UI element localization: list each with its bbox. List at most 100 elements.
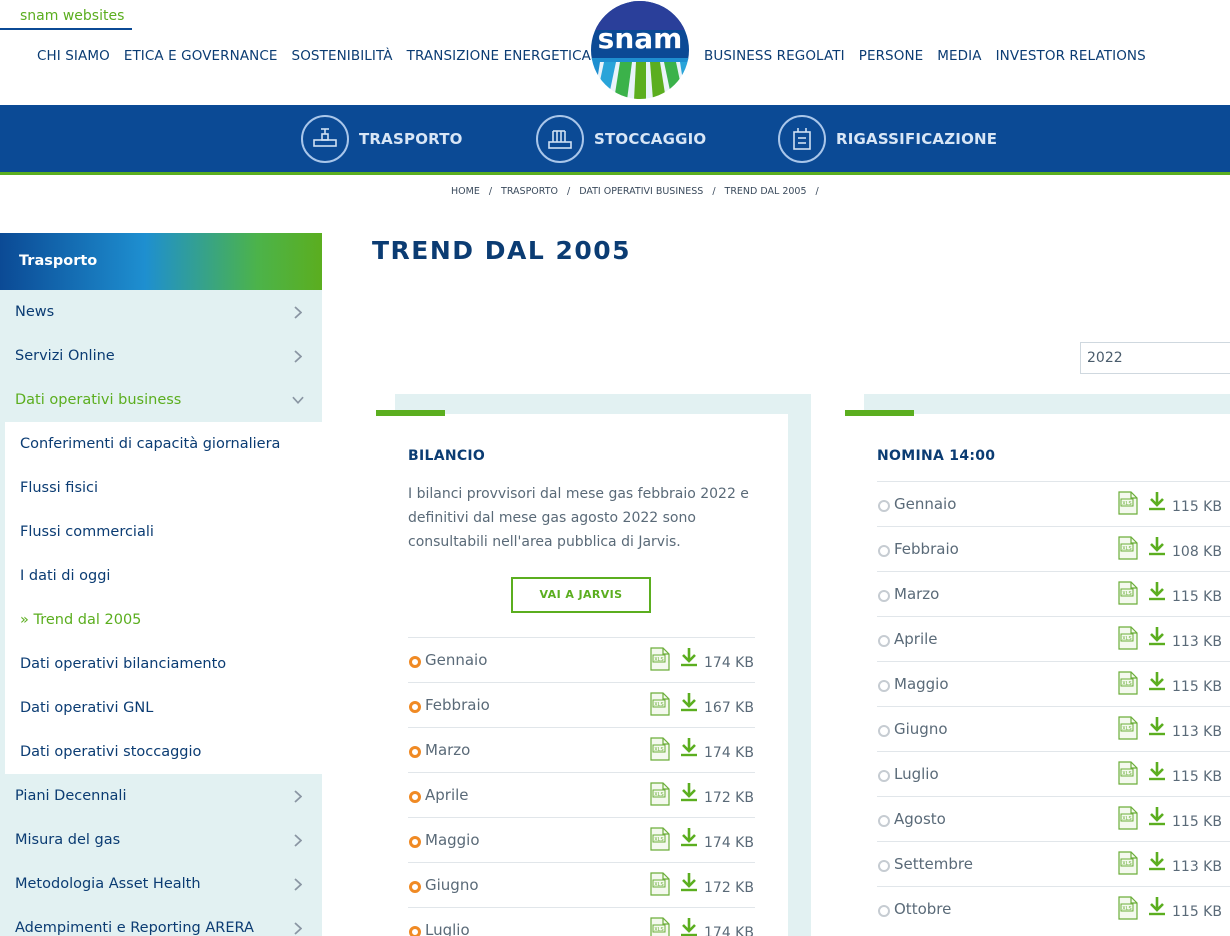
download-icon[interactable] <box>1148 806 1166 826</box>
month-name[interactable]: Giugno <box>425 876 479 894</box>
radio-bullet-icon[interactable] <box>409 701 421 713</box>
sidebar-subitem-bilanciamento[interactable]: Dati operativi bilanciamento <box>5 642 322 686</box>
radio-bullet-icon[interactable] <box>878 590 890 602</box>
month-name[interactable]: Luglio <box>894 765 939 783</box>
download-icon[interactable] <box>680 647 698 667</box>
download-icon[interactable] <box>1148 491 1166 511</box>
radio-bullet-icon[interactable] <box>409 836 421 848</box>
sidebar-item-piani-decennali[interactable]: Piani Decennali <box>0 774 322 818</box>
nav-business-regolati[interactable]: BUSINESS REGOLATI <box>697 48 852 64</box>
month-name[interactable]: Settembre <box>894 855 973 873</box>
sidebar-subitem-flussi-commerciali[interactable]: Flussi commerciali <box>5 510 322 554</box>
month-name[interactable]: Marzo <box>894 585 939 603</box>
xls-file-icon[interactable]: XLS <box>650 737 670 761</box>
download-icon[interactable] <box>680 782 698 802</box>
xls-file-icon[interactable]: XLS <box>1118 851 1138 875</box>
download-icon[interactable] <box>1148 716 1166 736</box>
sidebar-item-servizi-online[interactable]: Servizi Online <box>0 334 322 378</box>
download-icon[interactable] <box>1148 896 1166 916</box>
radio-bullet-icon[interactable] <box>409 881 421 893</box>
xls-file-icon[interactable]: XLS <box>650 872 670 896</box>
nav-chi-siamo[interactable]: CHI SIAMO <box>30 48 117 64</box>
sidebar-item-adempimenti-arera[interactable]: Adempimenti e Reporting ARERA <box>0 906 322 936</box>
download-icon[interactable] <box>1148 626 1166 646</box>
sidebar-subitem-flussi-fisici[interactable]: Flussi fisici <box>5 466 322 510</box>
download-icon[interactable] <box>1148 851 1166 871</box>
download-icon[interactable] <box>680 737 698 757</box>
radio-bullet-icon[interactable] <box>878 500 890 512</box>
radio-bullet-icon[interactable] <box>409 746 421 758</box>
year-select[interactable]: 2022 <box>1080 342 1230 374</box>
xls-file-icon[interactable]: XLS <box>1118 716 1138 740</box>
download-icon[interactable] <box>1148 671 1166 691</box>
subnav-rigassificazione[interactable]: RIGASSIFICAZIONE <box>778 115 997 163</box>
sidebar-subitem-conferimenti[interactable]: Conferimenti di capacità giornaliera <box>5 422 322 466</box>
sidebar-subitem-gnl[interactable]: Dati operativi GNL <box>5 686 322 730</box>
month-name[interactable]: Agosto <box>894 810 946 828</box>
nav-transizione-energetica[interactable]: TRANSIZIONE ENERGETICA <box>400 48 598 64</box>
xls-file-icon[interactable]: XLS <box>650 647 670 671</box>
subnav-trasporto[interactable]: TRASPORTO <box>301 115 463 163</box>
xls-file-icon[interactable]: XLS <box>1118 761 1138 785</box>
download-icon[interactable] <box>680 917 698 936</box>
month-name[interactable]: Luglio <box>425 921 470 936</box>
radio-bullet-icon[interactable] <box>878 545 890 557</box>
month-name[interactable]: Marzo <box>425 741 470 759</box>
download-icon[interactable] <box>680 872 698 892</box>
breadcrumb-trasporto[interactable]: TRASPORTO <box>501 186 558 197</box>
snam-websites-link[interactable]: snam websites <box>0 8 132 30</box>
breadcrumb-dati-operativi[interactable]: DATI OPERATIVI BUSINESS <box>579 186 703 197</box>
sidebar-subitem-dati-oggi[interactable]: I dati di oggi <box>5 554 322 598</box>
radio-bullet-icon[interactable] <box>878 905 890 917</box>
sidebar-subitem-trend-2005[interactable]: » Trend dal 2005 <box>5 598 322 642</box>
nav-investor-relations[interactable]: INVESTOR RELATIONS <box>989 48 1153 64</box>
month-name[interactable]: Aprile <box>425 786 469 804</box>
radio-bullet-icon[interactable] <box>409 926 421 936</box>
month-name[interactable]: Gennaio <box>425 651 487 669</box>
xls-file-icon[interactable]: XLS <box>1118 581 1138 605</box>
xls-file-icon[interactable]: XLS <box>650 692 670 716</box>
snam-logo[interactable]: snam <box>590 0 690 100</box>
radio-bullet-icon[interactable] <box>878 770 890 782</box>
download-icon[interactable] <box>1148 761 1166 781</box>
download-icon[interactable] <box>680 692 698 712</box>
nav-sostenibilita[interactable]: SOSTENIBILITÀ <box>285 48 400 64</box>
nav-etica-governance[interactable]: ETICA E GOVERNANCE <box>117 48 285 64</box>
month-name[interactable]: Febbraio <box>425 696 490 714</box>
radio-bullet-icon[interactable] <box>409 656 421 668</box>
month-name[interactable]: Maggio <box>894 675 949 693</box>
month-name[interactable]: Febbraio <box>894 540 959 558</box>
sidebar-subitem-stoccaggio[interactable]: Dati operativi stoccaggio <box>5 730 322 774</box>
month-name[interactable]: Giugno <box>894 720 948 738</box>
xls-file-icon[interactable]: XLS <box>1118 896 1138 920</box>
download-icon[interactable] <box>680 827 698 847</box>
sidebar-item-dati-operativi-business[interactable]: Dati operativi business <box>0 378 322 422</box>
sidebar-item-asset-health[interactable]: Metodologia Asset Health <box>0 862 322 906</box>
radio-bullet-icon[interactable] <box>878 680 890 692</box>
month-name[interactable]: Aprile <box>894 630 938 648</box>
nav-media[interactable]: MEDIA <box>930 48 988 64</box>
download-icon[interactable] <box>1148 581 1166 601</box>
radio-bullet-icon[interactable] <box>878 860 890 872</box>
vai-a-jarvis-button[interactable]: VAI A JARVIS <box>511 577 651 613</box>
sidebar-item-news[interactable]: News <box>0 290 322 334</box>
month-name[interactable]: Maggio <box>425 831 480 849</box>
month-name[interactable]: Gennaio <box>894 495 956 513</box>
xls-file-icon[interactable]: XLS <box>1118 491 1138 515</box>
snam-websites-label[interactable]: snam websites <box>20 8 124 24</box>
xls-file-icon[interactable]: XLS <box>650 782 670 806</box>
month-name[interactable]: Ottobre <box>894 900 951 918</box>
nav-persone[interactable]: PERSONE <box>852 48 931 64</box>
xls-file-icon[interactable]: XLS <box>650 917 670 936</box>
subnav-stoccaggio[interactable]: STOCCAGGIO <box>536 115 706 163</box>
xls-file-icon[interactable]: XLS <box>1118 806 1138 830</box>
sidebar-item-misura-gas[interactable]: Misura del gas <box>0 818 322 862</box>
xls-file-icon[interactable]: XLS <box>650 827 670 851</box>
xls-file-icon[interactable]: XLS <box>1118 671 1138 695</box>
radio-bullet-icon[interactable] <box>409 791 421 803</box>
xls-file-icon[interactable]: XLS <box>1118 536 1138 560</box>
radio-bullet-icon[interactable] <box>878 725 890 737</box>
download-icon[interactable] <box>1148 536 1166 556</box>
radio-bullet-icon[interactable] <box>878 635 890 647</box>
breadcrumb-home[interactable]: HOME <box>451 186 480 197</box>
